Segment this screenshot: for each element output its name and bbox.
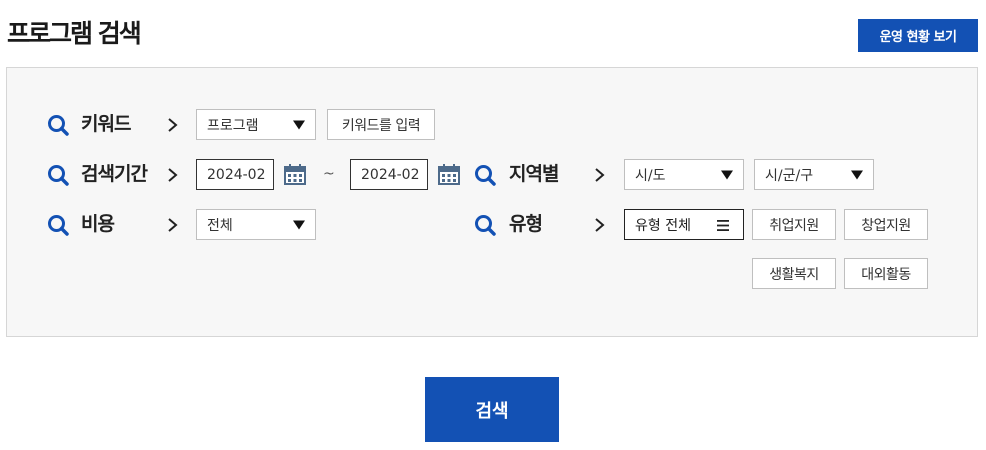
search-icon [48, 165, 69, 186]
search-icon [48, 115, 69, 136]
district-value: 시/군/구 [765, 167, 814, 184]
type-select[interactable]: 유형 전체 [624, 209, 744, 240]
search-icon [475, 215, 496, 236]
period-start-input[interactable]: 2024-02 [196, 159, 274, 190]
type-option-startup[interactable]: 창업지원 [844, 209, 928, 240]
cost-label: 비용 [81, 213, 115, 235]
type-value: 유형 전체 [635, 217, 691, 234]
chevron-right-icon [595, 168, 605, 182]
type-option-external[interactable]: 대외활동 [844, 258, 928, 289]
calendar-icon[interactable] [284, 163, 306, 185]
page-title: 프로그램 검색 [7, 19, 142, 48]
type-option-job[interactable]: 취업지원 [752, 209, 836, 240]
chevron-right-icon [168, 118, 178, 132]
calendar-icon[interactable] [438, 163, 460, 185]
period-end-input[interactable]: 2024-02 [350, 159, 428, 190]
caret-down-icon [721, 170, 733, 179]
type-label: 유형 [509, 213, 543, 235]
search-button[interactable]: 검색 [425, 377, 559, 442]
caret-down-icon [851, 170, 863, 179]
chevron-right-icon [595, 218, 605, 232]
keyword-label: 키워드 [81, 113, 131, 135]
keyword-scope-value: 프로그램 [207, 117, 259, 134]
caret-down-icon [293, 220, 305, 229]
period-label: 검색기간 [81, 163, 148, 185]
province-select[interactable]: 시/도 [624, 159, 744, 190]
search-icon [48, 215, 69, 236]
search-icon [475, 165, 496, 186]
search-filter-panel: 키워드 프로그램 키워드를 입력 검색기간 2024-02 ~ 2024-02 [6, 67, 978, 337]
period-separator: ~ [323, 166, 335, 182]
menu-icon [717, 220, 729, 231]
region-label: 지역별 [509, 163, 559, 185]
cost-value: 전체 [207, 217, 233, 234]
keyword-scope-select[interactable]: 프로그램 [196, 109, 316, 140]
cost-select[interactable]: 전체 [196, 209, 316, 240]
province-value: 시/도 [635, 167, 666, 184]
caret-down-icon [293, 120, 305, 129]
type-option-welfare[interactable]: 생활복지 [752, 258, 836, 289]
chevron-right-icon [168, 168, 178, 182]
status-view-button[interactable]: 운영 현황 보기 [858, 19, 978, 52]
chevron-right-icon [168, 218, 178, 232]
district-select[interactable]: 시/군/구 [754, 159, 874, 190]
keyword-input[interactable]: 키워드를 입력 [327, 109, 435, 140]
